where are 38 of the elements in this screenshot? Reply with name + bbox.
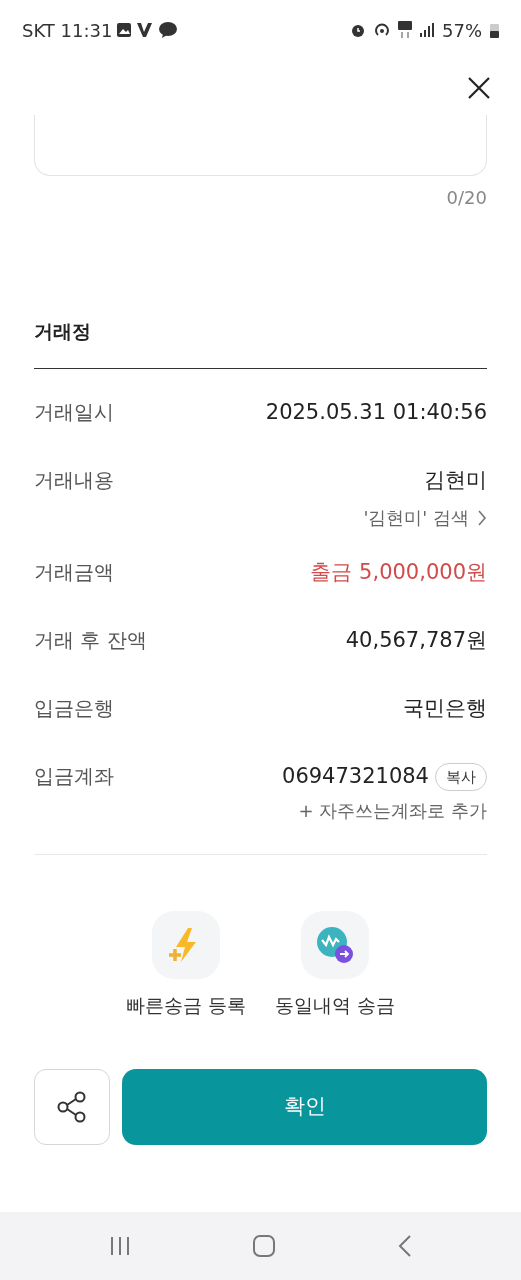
detail-label: 입금계좌 (34, 763, 114, 790)
network-icon (398, 21, 412, 39)
detail-label: 입금은행 (34, 695, 114, 722)
detail-value: 06947321084 (282, 763, 429, 790)
search-link[interactable]: '김현미' 검색 (363, 504, 487, 531)
alarm-icon (350, 22, 366, 38)
copy-button[interactable]: 복사 (435, 762, 487, 791)
memo-field[interactable] (34, 115, 487, 176)
detail-value: 40,567,787원 (345, 627, 487, 654)
hotspot-icon (374, 22, 390, 38)
action-button[interactable]: 동일내역 송금 (274, 910, 395, 1019)
signal-icon (420, 23, 434, 37)
detail-value: 출금 5,000,000원 (310, 559, 487, 586)
home-icon[interactable] (252, 1234, 277, 1258)
detail-label: 거래내용 (34, 466, 114, 494)
detail-value: 김현미 (424, 466, 487, 494)
detail-value: 국민은행 (403, 695, 487, 722)
close-icon (467, 75, 491, 100)
share-button[interactable] (34, 1069, 110, 1145)
wave-arrow-icon (314, 924, 355, 965)
image-icon (116, 22, 133, 38)
detail-label: 거래 후 잔액 (34, 627, 147, 654)
section-title: 거래정 (34, 320, 91, 342)
detail-value: 2025.05.31 01:40:56 (265, 398, 487, 426)
back-icon[interactable] (396, 1234, 413, 1258)
battery-level: 57% (442, 18, 482, 43)
action-button[interactable]: 빠른송금 등록 (126, 910, 247, 1019)
add-favorite-link[interactable]: + 자주쓰는계좌로 추가 (298, 796, 487, 824)
character-counter: 0/20 (445, 186, 488, 210)
detail-label: 거래일시 (34, 398, 114, 426)
battery-icon (490, 22, 499, 38)
status-time: SKT 11:31 (22, 18, 113, 43)
confirm-button[interactable]: 확인 (122, 1069, 487, 1145)
detail-label: 거래금액 (34, 559, 114, 586)
close-button[interactable] (467, 75, 491, 100)
chevron-right-icon (477, 509, 487, 526)
chat-bubble-icon (158, 21, 179, 39)
notification-icon (136, 21, 155, 39)
